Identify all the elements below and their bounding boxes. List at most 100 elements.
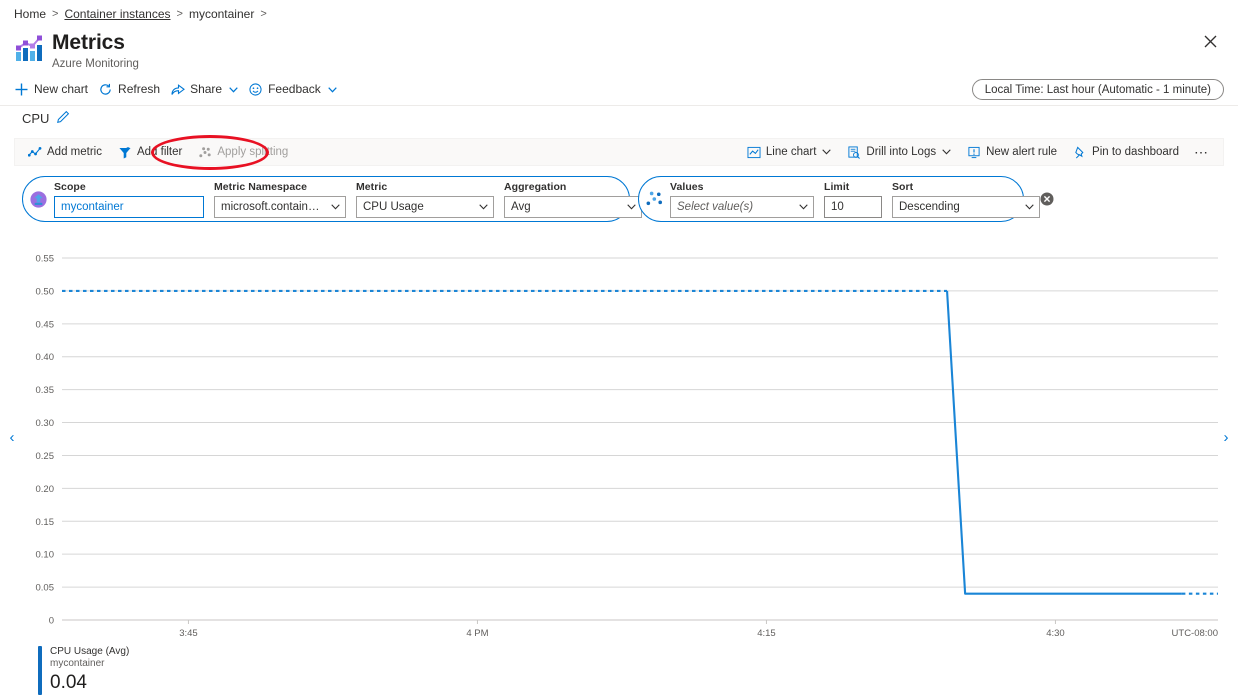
limit-input[interactable]: 10 (824, 196, 882, 218)
scope-field: Scope mycontainer (54, 181, 204, 218)
breadcrumb-item-container-instances[interactable]: Container instances (64, 7, 170, 21)
x-axis-tick-label: 4:30 (1046, 628, 1065, 638)
next-chart-button[interactable]: › (1216, 425, 1236, 449)
scope-input[interactable]: mycontainer (54, 196, 204, 218)
header-divider (0, 105, 1238, 106)
sort-value: Descending (899, 201, 960, 213)
add-filter-button[interactable]: Add filter (111, 142, 189, 162)
chevron-down-icon (799, 202, 808, 212)
pin-icon (1073, 145, 1087, 159)
add-filter-label: Add filter (137, 146, 182, 158)
smiley-icon (248, 82, 263, 97)
metric-namespace-label: Metric Namespace (214, 181, 346, 193)
y-axis-tick-label: 0.40 (36, 352, 55, 363)
y-axis-tick-label: 0.15 (36, 517, 55, 528)
breadcrumb-separator: > (52, 8, 58, 20)
pencil-icon[interactable] (57, 110, 70, 126)
chart-canvas[interactable]: 0.550.500.450.400.350.300.250.200.150.10… (0, 238, 1238, 638)
metric-pill-fields: Scope mycontainer Metric Namespace micro… (48, 181, 642, 218)
add-metric-label: Add metric (47, 146, 102, 158)
metric-select[interactable]: CPU Usage (356, 196, 494, 218)
drill-into-logs-label: Drill into Logs (866, 146, 936, 158)
x-axis-tick-label: 3:45 (179, 628, 198, 638)
y-axis-tick-label: 0.55 (36, 254, 55, 265)
chart-type-button[interactable]: Line chart (740, 142, 839, 162)
breadcrumb-item-mycontainer[interactable]: mycontainer (189, 7, 254, 21)
drill-into-logs-button[interactable]: Drill into Logs (840, 142, 958, 162)
splitting-icon (198, 145, 212, 159)
limit-value: 10 (831, 201, 844, 213)
metrics-page: Home > Container instances > mycontainer… (0, 0, 1238, 700)
title-text: Metrics Azure Monitoring (52, 30, 139, 71)
remove-circle-icon[interactable] (1040, 192, 1054, 206)
breadcrumb-item-home[interactable]: Home (14, 7, 46, 21)
legend-color-swatch (38, 646, 42, 695)
metric-namespace-select[interactable]: microsoft.containerinst... (214, 196, 346, 218)
share-label: Share (190, 82, 222, 96)
chevron-down-icon (229, 82, 238, 96)
legend-series-label: CPU Usage (Avg) (50, 646, 129, 658)
new-alert-rule-button[interactable]: New alert rule (960, 142, 1064, 162)
y-axis-tick-label: 0.45 (36, 319, 55, 330)
previous-chart-button[interactable]: ‹ (2, 425, 22, 449)
close-icon[interactable] (1196, 27, 1224, 55)
chevron-down-icon (627, 202, 636, 212)
page-subtitle: Azure Monitoring (52, 57, 139, 71)
chart-legend[interactable]: CPU Usage (Avg) mycontainer 0.04 (38, 646, 129, 695)
sort-field: Sort Descending (892, 181, 1040, 218)
new-chart-button[interactable]: New chart (10, 80, 94, 99)
filter-icon (118, 145, 132, 159)
alert-icon (967, 145, 981, 159)
metrics-chart-icon (12, 32, 44, 64)
chevron-down-icon (328, 82, 337, 96)
y-axis-tick-label: 0 (49, 616, 54, 627)
x-axis-tick-label: 4:15 (757, 628, 776, 638)
chevron-down-icon (331, 202, 340, 212)
more-options-button[interactable]: ⋯ (1188, 144, 1215, 161)
limit-field: Limit 10 (824, 181, 882, 218)
chevron-down-icon (479, 202, 488, 212)
refresh-label: Refresh (118, 82, 160, 96)
splitting-pill-fields: Values Select value(s) Limit 10 Sort Des… (664, 181, 1040, 218)
series-line-solid (947, 291, 1182, 594)
aggregation-label: Aggregation (504, 181, 642, 193)
share-button[interactable]: Share (166, 80, 244, 99)
aggregation-value: Avg (511, 201, 531, 213)
metric-selector-pill: Scope mycontainer Metric Namespace micro… (22, 176, 630, 222)
sort-select[interactable]: Descending (892, 196, 1040, 218)
scope-resource-icon (29, 190, 48, 209)
legend-text: CPU Usage (Avg) mycontainer 0.04 (50, 646, 129, 695)
aggregation-select[interactable]: Avg (504, 196, 642, 218)
chevron-down-icon (1025, 202, 1034, 212)
new-alert-rule-label: New alert rule (986, 146, 1057, 158)
x-axis-tick-label: 4 PM (466, 628, 488, 638)
refresh-button[interactable]: Refresh (94, 80, 166, 99)
add-metric-button[interactable]: Add metric (21, 142, 109, 162)
metric-label: Metric (356, 181, 494, 193)
metrics-chart: 0.550.500.450.400.350.300.250.200.150.10… (0, 238, 1238, 638)
y-axis-tick-label: 0.35 (36, 385, 55, 396)
breadcrumb: Home > Container instances > mycontainer… (14, 7, 267, 21)
values-field: Values Select value(s) (670, 181, 814, 218)
pin-to-dashboard-button[interactable]: Pin to dashboard (1066, 142, 1186, 162)
timezone-label: UTC-08:00 (1172, 628, 1218, 638)
apply-splitting-label: Apply splitting (217, 146, 288, 158)
chart-title: CPU (22, 111, 49, 126)
y-axis-tick-label: 0.10 (36, 550, 55, 561)
feedback-button[interactable]: Feedback (244, 80, 343, 99)
chevron-down-icon (942, 147, 951, 157)
chart-toolbar: Add metric Add filter (14, 138, 1224, 166)
new-chart-label: New chart (34, 82, 88, 96)
aggregation-field: Aggregation Avg (504, 181, 642, 218)
values-select[interactable]: Select value(s) (670, 196, 814, 218)
scope-value: mycontainer (61, 201, 124, 213)
share-icon (170, 82, 185, 97)
time-range-picker[interactable]: Local Time: Last hour (Automatic - 1 min… (972, 79, 1224, 100)
chart-type-label: Line chart (766, 146, 817, 158)
breadcrumb-separator: > (260, 8, 266, 20)
breadcrumb-separator: > (177, 8, 183, 20)
time-range-label: Local Time: Last hour (Automatic - 1 min… (985, 84, 1211, 96)
chevron-down-icon (822, 147, 831, 157)
plus-icon (14, 82, 29, 97)
apply-splitting-button[interactable]: Apply splitting (191, 142, 295, 162)
